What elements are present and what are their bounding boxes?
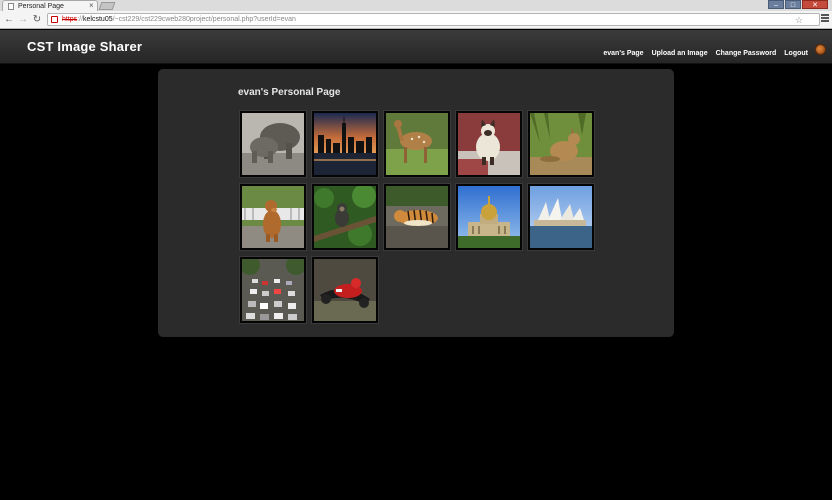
tiger-photo bbox=[386, 186, 448, 248]
site-nav: evan's Page Upload an Image Change Passw… bbox=[603, 49, 808, 58]
site-brand[interactable]: CST Image Sharer bbox=[27, 39, 142, 54]
close-tab-icon[interactable]: × bbox=[89, 1, 94, 11]
traffic-jam-photo bbox=[242, 259, 304, 321]
monkey-photo bbox=[314, 186, 376, 248]
nav-logout-link[interactable]: Logout bbox=[784, 49, 808, 58]
motorcycle-racer-photo bbox=[314, 259, 376, 321]
reload-button[interactable]: ↻ bbox=[31, 13, 43, 26]
browser-toolbar: ← → ↻ https://kelcstu05/~cst229/cst229cw… bbox=[0, 11, 832, 29]
browser-tab[interactable]: Personal Page × bbox=[2, 0, 98, 11]
siamese-cat-photo bbox=[458, 113, 520, 175]
image-thumbnail-deer[interactable] bbox=[383, 110, 451, 178]
page-icon bbox=[8, 3, 14, 10]
elephants-photo bbox=[242, 113, 304, 175]
window-controls: – □ ✕ bbox=[768, 0, 828, 9]
address-bar[interactable]: https://kelcstu05/~cst229/cst229cweb280p… bbox=[47, 13, 820, 26]
browser-menu-icon[interactable] bbox=[821, 14, 829, 24]
nav-my-page-link[interactable]: evan's Page bbox=[603, 49, 643, 58]
maximize-button[interactable]: □ bbox=[785, 0, 801, 9]
insecure-lock-icon bbox=[51, 16, 58, 23]
tab-title: Personal Page bbox=[18, 3, 64, 10]
url-scheme: https bbox=[62, 16, 78, 23]
image-thumbnail-city-skyline[interactable] bbox=[311, 110, 379, 178]
close-window-button[interactable]: ✕ bbox=[802, 0, 828, 9]
url-path: /~cst229/cst229cweb280project/personal.p… bbox=[112, 16, 296, 23]
image-thumbnail-traffic-jam[interactable] bbox=[239, 256, 307, 324]
dog-photo bbox=[242, 186, 304, 248]
city-skyline-photo bbox=[314, 113, 376, 175]
kangaroo-photo bbox=[530, 113, 592, 175]
image-thumbnail-kangaroo[interactable] bbox=[527, 110, 595, 178]
image-thumbnail-elephants[interactable] bbox=[239, 110, 307, 178]
back-button[interactable]: ← bbox=[3, 13, 15, 26]
image-thumbnail-monkey[interactable] bbox=[311, 183, 379, 251]
browser-tab-strip: Personal Page × – □ ✕ bbox=[0, 0, 832, 11]
nav-upload-image-link[interactable]: Upload an Image bbox=[652, 49, 708, 58]
personal-page-panel: evan's Personal Page bbox=[158, 69, 674, 337]
bookmark-star-icon[interactable]: ☆ bbox=[795, 15, 803, 26]
forward-button[interactable]: → bbox=[17, 13, 29, 26]
image-thumbnail-domed-palace[interactable] bbox=[455, 183, 523, 251]
page-title: evan's Personal Page bbox=[238, 87, 341, 98]
image-thumbnail-siamese-cat[interactable] bbox=[455, 110, 523, 178]
image-thumbnail-tiger[interactable] bbox=[383, 183, 451, 251]
url-host: kelcstu05 bbox=[83, 16, 113, 23]
image-thumbnail-dog[interactable] bbox=[239, 183, 307, 251]
image-gallery bbox=[239, 110, 595, 324]
image-thumbnail-sydney-opera-house[interactable] bbox=[527, 183, 595, 251]
new-tab-button[interactable] bbox=[98, 2, 116, 10]
rss-icon[interactable] bbox=[815, 44, 826, 55]
domed-palace-photo bbox=[458, 186, 520, 248]
deer-photo bbox=[386, 113, 448, 175]
minimize-button[interactable]: – bbox=[768, 0, 784, 9]
address-url: https://kelcstu05/~cst229/cst229cweb280p… bbox=[62, 16, 296, 23]
site-header: CST Image Sharer evan's Page Upload an I… bbox=[0, 30, 832, 64]
nav-change-password-link[interactable]: Change Password bbox=[716, 49, 777, 58]
sydney-opera-house-photo bbox=[530, 186, 592, 248]
image-thumbnail-motorcycle-racer[interactable] bbox=[311, 256, 379, 324]
